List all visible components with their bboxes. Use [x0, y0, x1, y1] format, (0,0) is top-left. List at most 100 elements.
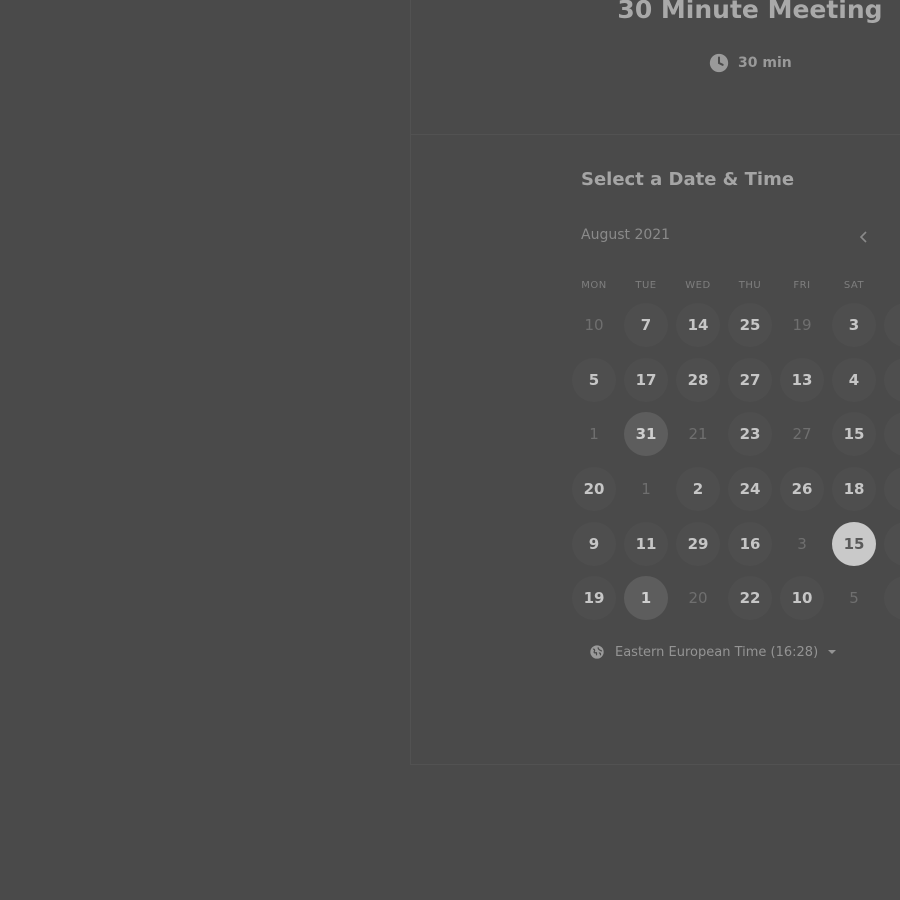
calendar-grid: 1071425193251728271343131212327152012242… — [568, 298, 900, 626]
calendar-day[interactable]: 29 — [672, 516, 724, 571]
calendar-day[interactable]: 15 — [828, 516, 880, 571]
calendar-day[interactable]: 1 — [620, 571, 672, 626]
calendar-day[interactable] — [880, 462, 900, 517]
calendar-day-number: 29 — [676, 521, 720, 566]
calendar-day-number: 9 — [572, 521, 616, 566]
calendar-day-number: 26 — [780, 467, 824, 512]
weekday-label: TUE — [635, 280, 657, 291]
calendar-day[interactable]: 25 — [724, 298, 776, 353]
calendar-day-number: 13 — [780, 357, 824, 402]
calendar-day[interactable]: 20 — [568, 462, 620, 517]
calendar-day: 21 — [672, 407, 724, 462]
calendar-day-number: 18 — [832, 467, 876, 512]
calendar-day-number: 17 — [624, 357, 668, 402]
timezone-selector[interactable]: Eastern European Time (16:28) — [589, 644, 837, 660]
calendar-day[interactable]: 17 — [620, 353, 672, 408]
calendar-day-number: 3 — [832, 303, 876, 348]
calendar-day[interactable]: 9 — [568, 516, 620, 571]
calendar-day-number: 10 — [584, 316, 604, 335]
calendar-day[interactable]: 28 — [672, 353, 724, 408]
calendar-day[interactable] — [880, 407, 900, 462]
calendar-day[interactable]: 7 — [620, 298, 672, 353]
calendar-day-number: 27 — [792, 425, 812, 444]
calendar-day[interactable]: 5 — [568, 353, 620, 408]
calendar-day-number — [884, 521, 900, 566]
previous-month-button[interactable] — [851, 224, 877, 250]
calendar-day: 1 — [568, 407, 620, 462]
timezone-label: Eastern European Time (16:28) — [615, 644, 819, 660]
calendar-day[interactable]: 27 — [724, 353, 776, 408]
weekday-header: MON TUE WED THU FRI SAT S — [568, 280, 900, 291]
calendar-day-number: 27 — [728, 357, 772, 402]
calendar-day[interactable]: 3 — [880, 353, 900, 408]
calendar-day-number: 15 — [832, 412, 876, 457]
calendar-day-number: 16 — [728, 521, 772, 566]
calendar-day-number: 5 — [572, 357, 616, 402]
calendar-day-number: 31 — [624, 412, 668, 457]
calendar-day-number: 25 — [728, 303, 772, 348]
calendar-day-number — [884, 467, 900, 512]
calendar-day-number: 19 — [792, 316, 812, 335]
calendar-day[interactable] — [880, 516, 900, 571]
calendar-day-number: 20 — [572, 467, 616, 512]
calendar-day-number: 11 — [624, 521, 668, 566]
calendar-day-number: 1 — [624, 576, 668, 621]
page: 30 Minute Meeting 30 min Select a Date &… — [0, 0, 900, 900]
weekday-label: FRI — [793, 280, 811, 291]
calendar-day[interactable]: 2 — [880, 298, 900, 353]
calendar-day-number: 14 — [676, 303, 720, 348]
calendar-day[interactable]: 13 — [776, 353, 828, 408]
calendar-day[interactable]: 31 — [620, 407, 672, 462]
calendar-day[interactable] — [880, 571, 900, 626]
calendar-day: 27 — [776, 407, 828, 462]
calendar-day-number: 2 — [884, 303, 900, 348]
weekday-label: S — [880, 280, 900, 291]
calendar-day[interactable]: 11 — [620, 516, 672, 571]
calendar-day[interactable]: 15 — [828, 407, 880, 462]
caret-down-icon — [828, 650, 837, 654]
calendar-day-number: 28 — [676, 357, 720, 402]
calendar-day[interactable]: 2 — [672, 462, 724, 517]
calendar-day[interactable]: 14 — [672, 298, 724, 353]
calendar-day[interactable]: 10 — [776, 571, 828, 626]
globe-icon — [590, 645, 604, 659]
page-title: Select a Date & Time — [581, 169, 795, 190]
calendar-day: 3 — [776, 516, 828, 571]
calendar-day-number: 3 — [797, 534, 807, 553]
calendar-day-number: 21 — [688, 425, 708, 444]
calendar-day: 1 — [620, 462, 672, 517]
calendar-day-number: 3 — [884, 357, 900, 402]
calendar-day: 5 — [828, 571, 880, 626]
duration-label: 30 min — [738, 55, 792, 71]
calendar-day-number: 1 — [641, 480, 651, 499]
calendar-day-number: 4 — [832, 357, 876, 402]
calendar-day[interactable]: 22 — [724, 571, 776, 626]
calendar-day: 10 — [568, 298, 620, 353]
clock-icon — [709, 53, 729, 73]
header-divider — [411, 134, 900, 135]
weekday-label: WED — [685, 280, 711, 291]
calendar-day[interactable]: 19 — [568, 571, 620, 626]
calendar-day-number: 2 — [676, 467, 720, 512]
weekday-label: MON — [581, 280, 607, 291]
calendar-day[interactable]: 24 — [724, 462, 776, 517]
calendar-day-number: 24 — [728, 467, 772, 512]
calendar-day-number: 20 — [688, 589, 708, 608]
month-label: August 2021 — [581, 227, 671, 243]
calendar-day[interactable]: 3 — [828, 298, 880, 353]
calendar-day[interactable]: 18 — [828, 462, 880, 517]
calendar-day-number: 5 — [849, 589, 859, 608]
chevron-left-icon — [859, 231, 867, 243]
event-title: 30 Minute Meeting — [617, 0, 883, 24]
calendar-day-number: 7 — [624, 303, 668, 348]
weekday-label: THU — [738, 280, 762, 291]
calendar-day-number — [884, 576, 900, 621]
calendar-day-number: 19 — [572, 576, 616, 621]
calendar-day[interactable]: 4 — [828, 353, 880, 408]
calendar-day-number — [884, 412, 900, 457]
calendar-day[interactable]: 23 — [724, 407, 776, 462]
calendar-day: 20 — [672, 571, 724, 626]
calendar-day[interactable]: 16 — [724, 516, 776, 571]
calendar-day-number: 15 — [832, 521, 876, 566]
calendar-day[interactable]: 26 — [776, 462, 828, 517]
